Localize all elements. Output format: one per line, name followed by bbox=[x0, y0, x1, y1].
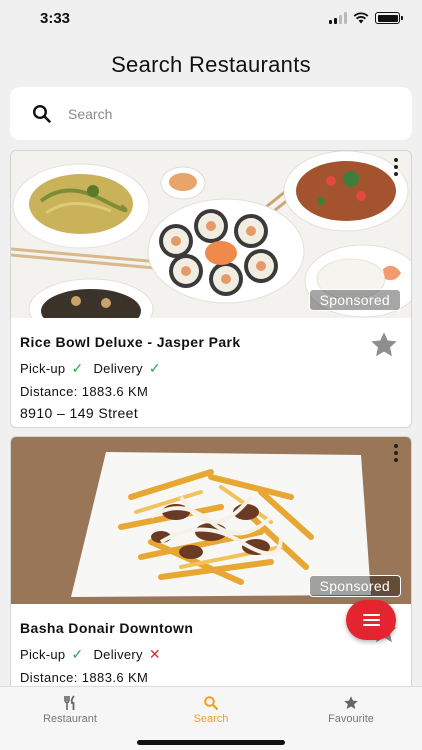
status-bar: 3:33 bbox=[0, 0, 422, 40]
battery-icon bbox=[375, 12, 403, 24]
tab-label: Favourite bbox=[328, 713, 374, 725]
status-icons bbox=[329, 12, 403, 24]
tab-label: Search bbox=[193, 713, 229, 725]
restaurant-name: Basha Donair Downtown bbox=[20, 620, 194, 636]
delivery-check-icon: ✓ bbox=[148, 360, 161, 376]
search-icon bbox=[32, 104, 51, 123]
tab-search[interactable]: Search bbox=[151, 695, 271, 725]
cellular-signal-icon bbox=[329, 12, 347, 24]
restaurant-photo: Sponsored bbox=[11, 437, 411, 604]
restaurant-card[interactable]: Sponsored Rice Bowl Deluxe - Jasper Park… bbox=[10, 150, 412, 428]
more-options-icon[interactable] bbox=[392, 442, 400, 464]
menu-icon bbox=[362, 614, 380, 616]
pickup-label: Pick-up bbox=[20, 647, 66, 662]
restaurant-distance: Distance: 1883.6 KM bbox=[20, 670, 149, 685]
status-time: 3:33 bbox=[40, 10, 71, 27]
fork-knife-icon bbox=[64, 695, 75, 710]
home-indicator bbox=[137, 740, 285, 745]
favourite-star-icon[interactable] bbox=[369, 330, 399, 360]
delivery-label: Delivery bbox=[93, 361, 143, 376]
search-icon bbox=[204, 696, 219, 711]
wifi-icon bbox=[353, 12, 369, 24]
more-options-icon[interactable] bbox=[392, 156, 400, 178]
search-bar[interactable] bbox=[10, 87, 412, 140]
menu-fab-button[interactable] bbox=[346, 600, 396, 640]
service-options: Pick-up ✓ Delivery ✓ bbox=[20, 360, 401, 377]
star-icon bbox=[344, 696, 358, 709]
sponsored-badge: Sponsored bbox=[308, 289, 401, 311]
page-title: Search Restaurants bbox=[111, 52, 311, 77]
service-options: Pick-up ✓ Delivery ✕ bbox=[20, 646, 401, 663]
pickup-label: Pick-up bbox=[20, 361, 66, 376]
card-details: Rice Bowl Deluxe - Jasper Park Pick-up ✓… bbox=[11, 318, 411, 427]
pickup-check-icon: ✓ bbox=[71, 646, 84, 662]
search-input[interactable] bbox=[68, 105, 368, 122]
pickup-check-icon: ✓ bbox=[71, 360, 84, 376]
tab-favourite[interactable]: Favourite bbox=[291, 695, 411, 725]
restaurant-photo: Sponsored bbox=[11, 151, 411, 318]
restaurant-distance: Distance: 1883.6 KM bbox=[20, 384, 149, 399]
delivery-label: Delivery bbox=[93, 647, 143, 662]
tab-label: Restaurant bbox=[43, 713, 97, 725]
tab-restaurant[interactable]: Restaurant bbox=[10, 695, 130, 725]
delivery-cross-icon: ✕ bbox=[148, 646, 161, 662]
restaurant-card[interactable]: Sponsored Basha Donair Downtown Pick-up … bbox=[10, 436, 412, 696]
sponsored-badge: Sponsored bbox=[308, 575, 401, 597]
restaurant-address: 8910 – 149 Street bbox=[20, 405, 139, 421]
restaurant-name: Rice Bowl Deluxe - Jasper Park bbox=[20, 334, 241, 350]
